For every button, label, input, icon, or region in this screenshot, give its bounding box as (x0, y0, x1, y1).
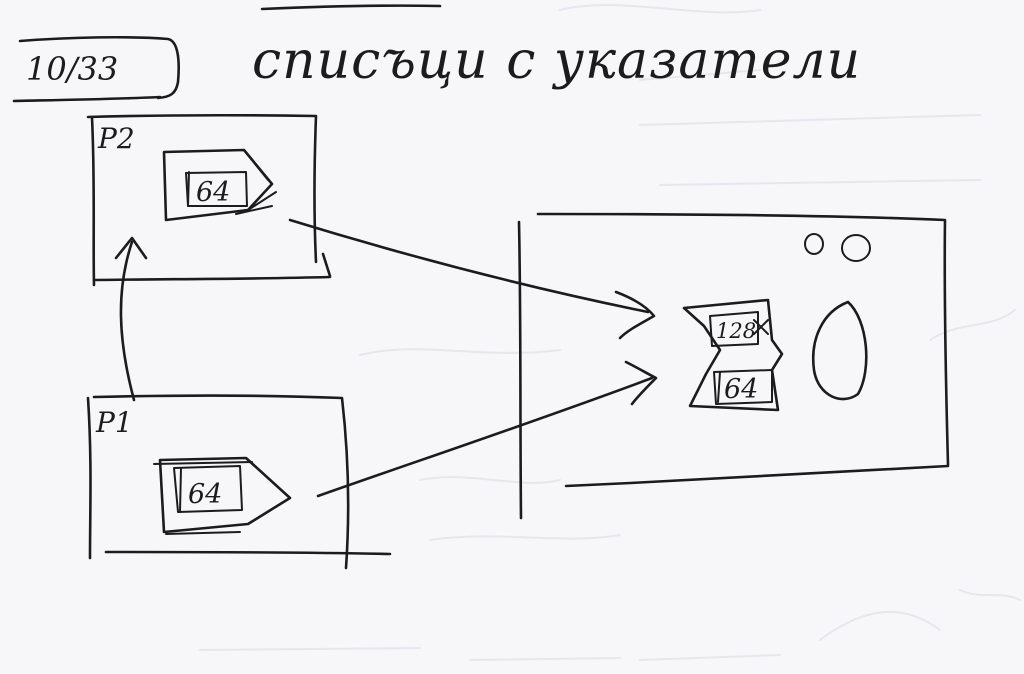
page-entry-value-p1: 64 (188, 479, 222, 510)
shared-memory-region: 128 64 (517, 212, 950, 520)
bleed-through-marks (199, 4, 1021, 661)
arrow-p1-to-p2 (114, 236, 148, 402)
shared-upper-value: 128 (716, 319, 756, 343)
top-edge-stroke (260, 4, 442, 11)
page-number-label: 10/33 (26, 50, 118, 88)
arrow-p2-to-shared (288, 218, 656, 340)
page-title: списъци с указатели (252, 31, 861, 91)
process-label-p2: P2 (97, 122, 135, 155)
page-number-badge: 10/33 (12, 35, 180, 103)
shared-lower-value: 64 (724, 374, 758, 405)
diagram-canvas: 10/33 списъци с указатели P2 64 P1 64 12… (12, 4, 1021, 661)
process-box-p2: P2 64 (86, 114, 332, 287)
process-box-p1: P1 64 (86, 394, 392, 570)
process-label-p1: P1 (95, 406, 133, 439)
page-entry-value-p2: 64 (196, 177, 230, 208)
arrow-p1-to-shared (316, 360, 658, 498)
